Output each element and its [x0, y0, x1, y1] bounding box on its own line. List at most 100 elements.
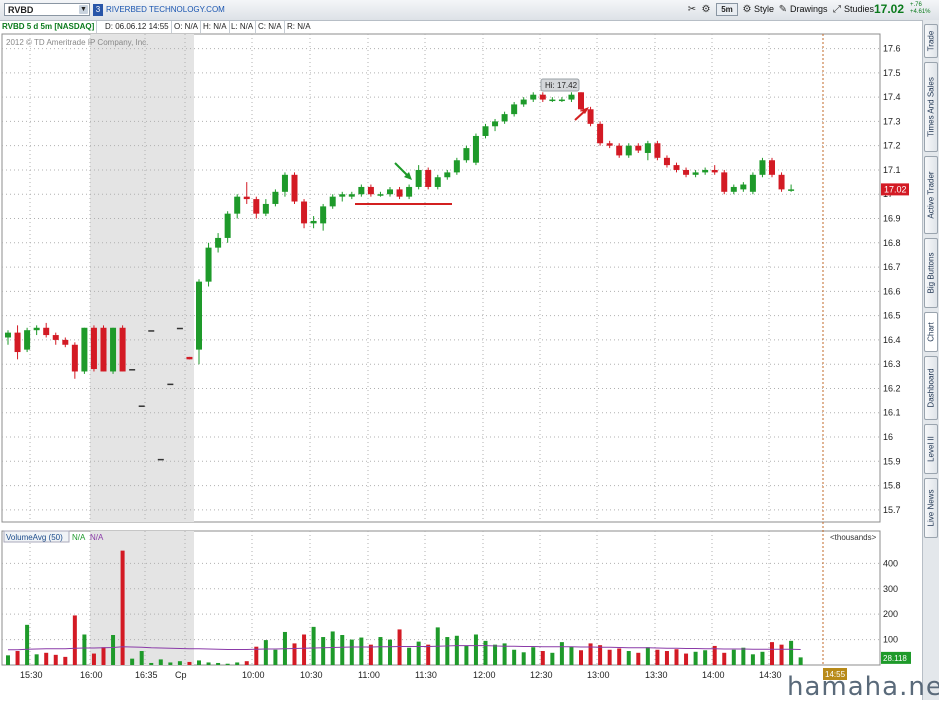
volume-bar	[101, 647, 106, 665]
volume-bar	[407, 647, 412, 665]
volume-bar	[645, 647, 650, 665]
tab-chart[interactable]: Chart	[924, 312, 938, 352]
tab-times-and-sales[interactable]: Times And Sales	[924, 62, 938, 152]
candle-body	[788, 189, 795, 191]
candle-body	[702, 169, 709, 173]
extended-session-shade	[90, 34, 194, 522]
volume-bar	[750, 654, 755, 665]
price-tick-label: 17.2	[883, 141, 901, 151]
tab-trade[interactable]: Trade	[924, 24, 938, 58]
tab-live-news[interactable]: Live News	[924, 478, 938, 538]
volume-bar	[579, 650, 583, 665]
tab-dashboard[interactable]: Dashboard	[924, 356, 938, 420]
time-tick-label: 13:30	[645, 670, 668, 680]
volume-bar	[91, 653, 96, 665]
volume-bar	[741, 647, 746, 665]
high-annotation: Hi: 17.42	[545, 81, 578, 90]
candle-body	[578, 92, 584, 110]
volume-bar	[445, 637, 450, 665]
candle-body	[71, 344, 78, 372]
volume-bar	[397, 629, 402, 665]
candle-body	[444, 172, 451, 178]
candle-body	[711, 169, 718, 173]
candle-body	[205, 247, 212, 282]
candle-body	[291, 174, 298, 202]
volume-bar	[44, 652, 49, 665]
volume-bar	[607, 649, 612, 665]
volume-bar	[512, 649, 517, 665]
volume-bar	[187, 661, 192, 665]
price-tick-label: 15.9	[883, 456, 901, 466]
time-tick-label: 13:00	[587, 670, 610, 680]
candle-body	[5, 332, 11, 338]
volume-bar	[53, 654, 58, 665]
candle-body	[492, 121, 499, 127]
candle-body	[434, 177, 441, 187]
tab-big-buttons[interactable]: Big Buttons	[924, 238, 938, 308]
candle-body	[425, 169, 432, 187]
volume-bar	[770, 642, 774, 665]
price-tick-label: 16	[883, 432, 893, 442]
candle-body	[463, 148, 470, 161]
candle-body	[501, 114, 508, 122]
candle-body	[635, 145, 642, 151]
volume-tick-label: 400	[883, 558, 898, 568]
volume-bar	[473, 634, 478, 665]
time-tick-label: 10:30	[300, 670, 323, 680]
candle-body	[24, 330, 31, 350]
volume-bar	[177, 661, 182, 665]
right-sidebar: Trade Times And Sales Active Trader Big …	[922, 20, 939, 700]
candle-body	[262, 203, 269, 214]
candle-body	[186, 356, 193, 360]
price-tick-label: 15.7	[883, 505, 901, 515]
candle-body	[472, 135, 479, 163]
candle-body	[759, 160, 766, 175]
time-tick-label: Cp	[175, 670, 187, 680]
volume-bar	[263, 640, 268, 665]
candle-body	[778, 174, 785, 190]
volume-bar	[798, 657, 803, 665]
price-chart[interactable]: 15.7 15.8 15.9 16 16.1 16.2 16.3 16.4 16.5 16.6 16…	[0, 0, 922, 700]
price-tick-label: 17.6	[883, 44, 901, 54]
volume-bar	[244, 661, 249, 665]
time-tick-label: 15:30	[20, 670, 43, 680]
candle-body	[683, 169, 690, 175]
volume-bar	[464, 645, 469, 665]
time-tick-label: 10:00	[242, 670, 265, 680]
candle-body	[453, 160, 460, 173]
volume-bar	[540, 651, 545, 665]
volume-bar	[349, 639, 354, 665]
volume-bar	[206, 662, 211, 665]
volume-bar	[359, 637, 364, 665]
time-tick-label: 12:00	[473, 670, 496, 680]
volume-bar	[693, 651, 698, 665]
candle-body	[740, 184, 747, 190]
candle-body	[138, 405, 145, 407]
tab-active-trader[interactable]: Active Trader	[924, 156, 938, 234]
candle-body	[692, 172, 699, 175]
volume-bar	[72, 615, 77, 665]
volume-tick-label: 100	[883, 635, 898, 645]
price-tick-label: 17.4	[883, 92, 901, 102]
candle-body	[81, 327, 88, 372]
time-tick-label: 11:30	[415, 670, 437, 680]
candle-body	[558, 99, 565, 102]
candle-body	[100, 327, 107, 372]
tab-level-ii[interactable]: Level II	[924, 424, 938, 474]
volume-bar	[722, 652, 727, 665]
candle-body	[625, 145, 632, 156]
volume-bar	[674, 649, 679, 665]
candle-body	[234, 196, 241, 214]
candle-body	[310, 220, 317, 224]
volume-bar	[569, 646, 574, 665]
price-tick-label: 15.8	[883, 481, 901, 491]
price-tick-label: 16.2	[883, 383, 901, 393]
volume-bar	[273, 649, 278, 665]
candle-body	[176, 327, 183, 330]
volume-bar	[139, 651, 144, 665]
price-tick-label: 16.7	[883, 262, 901, 272]
volume-bar	[550, 652, 555, 665]
price-tick-label: 17.3	[883, 116, 901, 126]
volume-bar	[149, 662, 154, 665]
price-tick-label: 17.5	[883, 68, 901, 78]
